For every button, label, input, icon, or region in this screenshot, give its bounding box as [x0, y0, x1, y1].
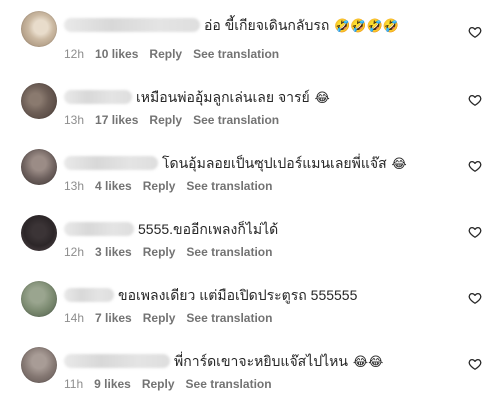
see-translation-button[interactable]: See translation — [186, 179, 272, 193]
heart-outline-icon[interactable] — [468, 25, 482, 39]
username-blurred[interactable] — [64, 156, 158, 170]
heart-outline-icon[interactable] — [468, 159, 482, 173]
avatar[interactable] — [21, 347, 57, 383]
comment-text: อ่อ ขี้เกียจเดินกลับรถ 🤣🤣🤣🤣 — [204, 16, 399, 35]
comment-time[interactable]: 12h — [64, 47, 84, 61]
comment-time[interactable]: 13h — [64, 113, 84, 127]
comment-item: อ่อ ขี้เกียจเดินกลับรถ 🤣🤣🤣🤣 12h 10 likes R… — [0, 0, 496, 66]
comment-time[interactable]: 14h — [64, 311, 84, 325]
likes-count[interactable]: 10 likes — [95, 47, 138, 61]
comment-item: โดนอุ้มลอยเป็นซุปเปอร์แมนเลยพี่แจ๊ส 😂 13… — [0, 132, 496, 198]
see-translation-button[interactable]: See translation — [186, 245, 272, 259]
see-translation-button[interactable]: See translation — [193, 47, 279, 61]
comment-time[interactable]: 12h — [64, 245, 84, 259]
comment-meta: 12h 10 likes Reply See translation — [64, 47, 290, 61]
comment-body: ขอเพลงเดียว แต่มือเปิดประตูรถ 555555 — [118, 287, 358, 303]
heart-outline-icon[interactable] — [468, 93, 482, 107]
comment-meta: 14h 7 likes Reply See translation — [64, 311, 283, 325]
comment-body: เหมือนพ่ออุ้มลูกเล่นเลย จารย์ — [136, 89, 310, 105]
comment-text: เหมือนพ่ออุ้มลูกเล่นเลย จารย์ 😂 — [136, 88, 330, 107]
see-translation-button[interactable]: See translation — [193, 113, 279, 127]
heart-outline-icon[interactable] — [468, 225, 482, 239]
likes-count[interactable]: 7 likes — [95, 311, 132, 325]
avatar[interactable] — [21, 149, 57, 185]
comment-meta: 13h 17 likes Reply See translation — [64, 113, 290, 127]
emoji-text: 😂😂 — [352, 354, 384, 369]
heart-outline-icon[interactable] — [468, 357, 482, 371]
comment-meta: 12h 3 likes Reply See translation — [64, 245, 283, 259]
avatar[interactable] — [21, 11, 57, 47]
comment-text: โดนอุ้มลอยเป็นซุปเปอร์แมนเลยพี่แจ๊ส 😂 — [162, 154, 407, 173]
comment-text: 5555.ขออีกเพลงก็ไม่ได้ — [138, 220, 279, 239]
likes-count[interactable]: 9 likes — [94, 377, 131, 391]
comment-meta: 13h 4 likes Reply See translation — [64, 179, 283, 193]
comment-item: พี่การ์ดเขาจะหยิบแจ๊สไปไหน 😂😂 11h 9 likes… — [0, 330, 496, 396]
comment-body: 5555.ขออีกเพลงก็ไม่ได้ — [138, 221, 279, 237]
likes-count[interactable]: 4 likes — [95, 179, 132, 193]
reply-button[interactable]: Reply — [142, 377, 175, 391]
comment-text: พี่การ์ดเขาจะหยิบแจ๊สไปไหน 😂😂 — [174, 352, 383, 371]
username-blurred[interactable] — [64, 288, 114, 302]
emoji-text: 🤣🤣🤣🤣 — [334, 18, 399, 33]
comment-body: อ่อ ขี้เกียจเดินกลับรถ — [204, 17, 330, 33]
reply-button[interactable]: Reply — [149, 47, 182, 61]
comment-body: พี่การ์ดเขาจะหยิบแจ๊สไปไหน — [174, 353, 348, 369]
reply-button[interactable]: Reply — [143, 311, 176, 325]
username-blurred[interactable] — [64, 222, 134, 236]
comment-body: โดนอุ้มลอยเป็นซุปเปอร์แมนเลยพี่แจ๊ส — [162, 155, 387, 171]
likes-count[interactable]: 3 likes — [95, 245, 132, 259]
comment-time[interactable]: 13h — [64, 179, 84, 193]
avatar[interactable] — [21, 83, 57, 119]
reply-button[interactable]: Reply — [143, 245, 176, 259]
emoji-text: 😂 — [391, 156, 407, 171]
reply-button[interactable]: Reply — [143, 179, 176, 193]
reply-button[interactable]: Reply — [149, 113, 182, 127]
emoji-text: 😂 — [314, 90, 330, 105]
see-translation-button[interactable]: See translation — [186, 377, 272, 391]
comment-item: 5555.ขออีกเพลงก็ไม่ได้ 12h 3 likes Reply Se… — [0, 198, 496, 264]
comment-item: ขอเพลงเดียว แต่มือเปิดประตูรถ 555555 14h… — [0, 264, 496, 330]
see-translation-button[interactable]: See translation — [186, 311, 272, 325]
comment-time[interactable]: 11h — [64, 377, 83, 391]
heart-outline-icon[interactable] — [468, 291, 482, 305]
username-blurred[interactable] — [64, 18, 200, 32]
avatar[interactable] — [21, 281, 57, 317]
likes-count[interactable]: 17 likes — [95, 113, 138, 127]
comment-meta: 11h 9 likes Reply See translation — [64, 377, 283, 391]
username-blurred[interactable] — [64, 90, 132, 104]
comment-text: ขอเพลงเดียว แต่มือเปิดประตูรถ 555555 — [118, 286, 358, 305]
comment-item: เหมือนพ่ออุ้มลูกเล่นเลย จารย์ 😂 13h 17 li… — [0, 66, 496, 132]
username-blurred[interactable] — [64, 354, 170, 368]
avatar[interactable] — [21, 215, 57, 251]
